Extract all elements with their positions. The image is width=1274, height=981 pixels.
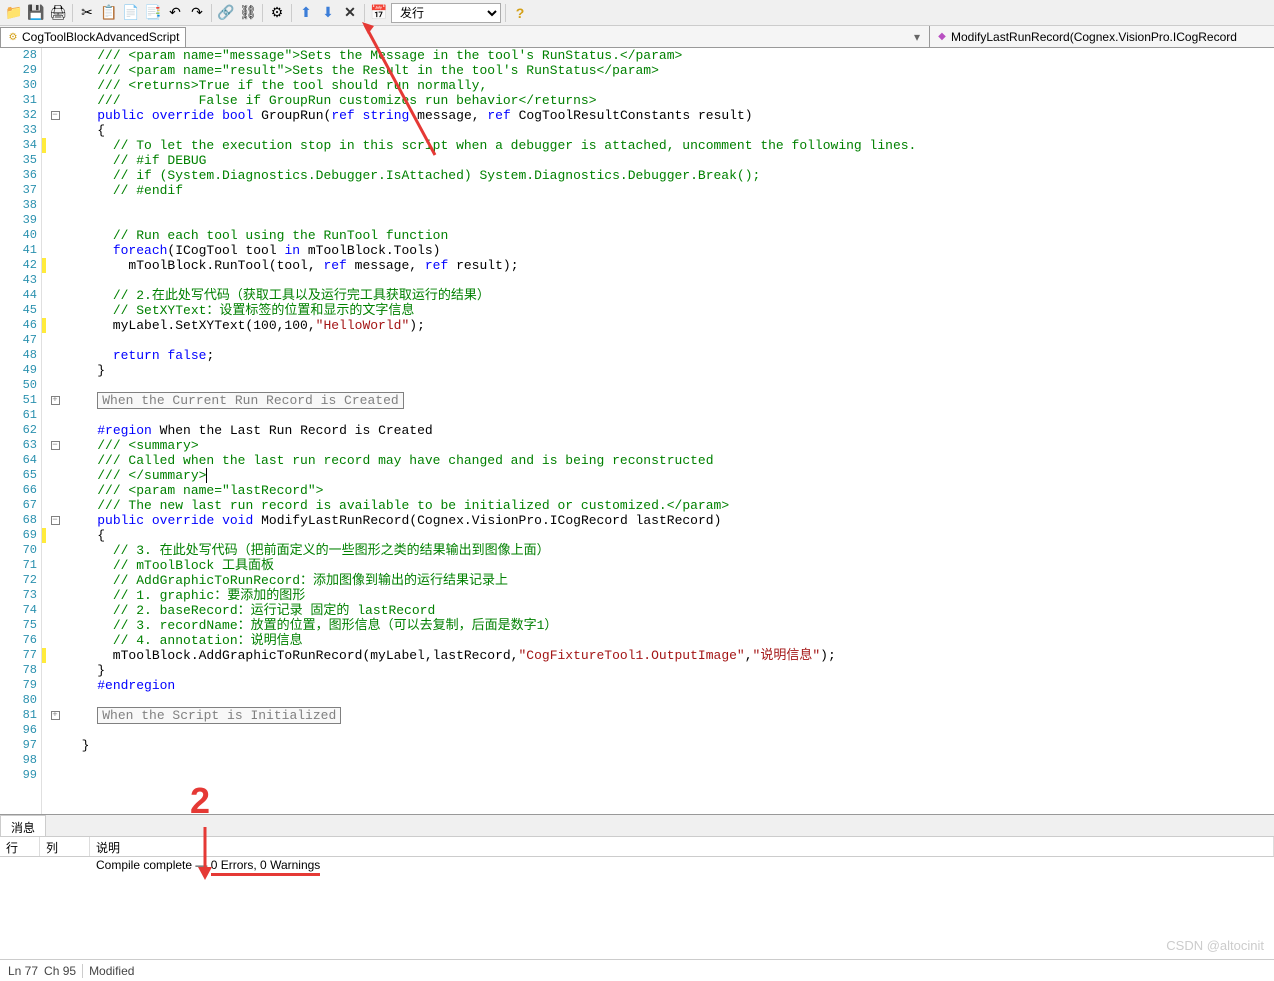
separator [211,4,212,22]
col-col-header: 列 [40,837,90,856]
link-icon[interactable]: 🔗 [216,3,236,23]
member-tab-label: ModifyLastRunRecord(Cognex.VisionPro.ICo… [951,30,1237,44]
print-icon[interactable]: 🖨 [48,3,68,23]
separator [82,964,83,978]
status-modified: Modified [89,964,134,978]
class-tab-label: CogToolBlockAdvancedScript [22,30,179,44]
status-char: Ch 95 [44,964,76,978]
watermark: CSDN @altocinit [1166,938,1264,953]
compile-prefix: Compile complete — [96,858,211,872]
status-line: Ln 77 [8,964,38,978]
help-icon[interactable]: ? [510,3,530,23]
msg-desc-cell: Compile complete — 0 Errors, 0 Warnings [90,856,326,878]
messages-tab[interactable]: 消息 [0,815,46,836]
redo-icon[interactable]: ↷ [187,3,207,23]
cut-icon[interactable]: ✂ [77,3,97,23]
copy-icon[interactable]: 📋 [99,3,119,23]
separator [262,4,263,22]
build-config-combo[interactable]: 发行 [391,3,501,23]
col-row-header: 行 [0,837,40,856]
save-icon[interactable]: 💾 [26,3,46,23]
cancel-icon[interactable]: ✕ [340,3,360,23]
fold-toggle[interactable]: + [51,396,60,405]
class-tab[interactable]: ⚙ CogToolBlockAdvancedScript [0,27,186,47]
new-folder-icon[interactable]: 📁 [4,3,24,23]
undo-icon[interactable]: ↶ [165,3,185,23]
separator [291,4,292,22]
unlink-icon[interactable]: ⛓ [238,3,258,23]
navigation-bar: ⚙ CogToolBlockAdvancedScript ▾ ◆ ModifyL… [0,26,1274,48]
messages-header: 行 列 说明 [0,837,1274,857]
messages-tabs: 消息 [0,815,1274,837]
message-row[interactable]: Compile complete — 0 Errors, 0 Warnings [0,857,1274,877]
method-icon: ◆ [936,31,948,43]
separator [505,4,506,22]
class-icon: ⚙ [7,31,19,43]
msg-row-cell [0,865,40,869]
messages-body: Compile complete — 0 Errors, 0 Warnings [0,857,1274,959]
fold-toggle[interactable]: − [51,111,60,120]
fold-toggle[interactable]: + [51,711,60,720]
line-number-gutter: 2829303132333435363738394041424344454647… [0,48,42,814]
code-content[interactable]: /// <param name="message">Sets the Messa… [62,48,1274,814]
fold-column[interactable]: − + − − + [48,48,62,814]
fold-toggle[interactable]: − [51,516,60,525]
member-selector[interactable]: ◆ ModifyLastRunRecord(Cognex.VisionPro.I… [929,26,1274,47]
col-desc-header: 说明 [90,837,1274,856]
separator [72,4,73,22]
paste2-icon[interactable]: 📑 [143,3,163,23]
paste-icon[interactable]: 📄 [121,3,141,23]
class-dropdown-icon[interactable]: ▾ [909,30,925,44]
up-arrow-icon[interactable]: ⬆ [296,3,316,23]
calendar-icon[interactable]: 📅 [369,3,389,23]
separator [364,4,365,22]
compile-result: 0 Errors, 0 Warnings [211,858,321,876]
gear-icon[interactable]: ⚙ [267,3,287,23]
messages-panel: 消息 行 列 说明 Compile complete — 0 Errors, 0… [0,814,1274,959]
fold-toggle[interactable]: − [51,441,60,450]
msg-col-cell [40,865,90,869]
status-bar: Ln 77 Ch 95 Modified [0,959,1274,981]
toolbar: 📁 💾 🖨 ✂ 📋 📄 📑 ↶ ↷ 🔗 ⛓ ⚙ ⬆ ⬇ ✕ 📅 发行 ? [0,0,1274,26]
code-editor[interactable]: 2829303132333435363738394041424344454647… [0,48,1274,814]
down-arrow-icon[interactable]: ⬇ [318,3,338,23]
member-tab[interactable]: ◆ ModifyLastRunRecord(Cognex.VisionPro.I… [930,27,1243,47]
class-selector[interactable]: ⚙ CogToolBlockAdvancedScript ▾ [0,26,929,47]
